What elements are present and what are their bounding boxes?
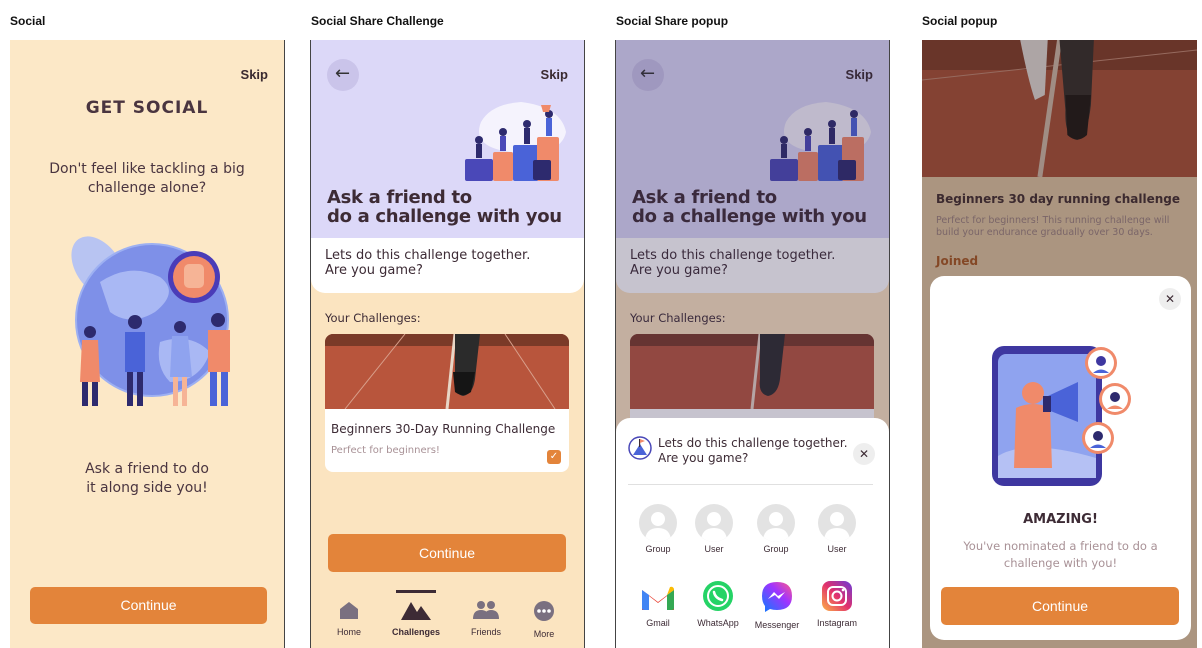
check-icon: ✓ (549, 451, 559, 462)
screen-share-popup: ← Skip Ask a friend to do a challenge wi… (615, 40, 890, 648)
success-modal: ✕ AMAZING! You've nominated a friend to … (930, 276, 1191, 640)
nav-item-friends[interactable]: Friends (456, 600, 516, 637)
modal-title: AMAZING! (1023, 512, 1098, 527)
section-label: Your Challenges: (325, 311, 421, 325)
challenge-checkbox[interactable]: ✓ (547, 450, 561, 464)
page-title: GET SOCIAL (85, 98, 209, 118)
modal-message: You've nominated a friend to do a challe… (963, 539, 1158, 570)
avatar (818, 504, 856, 542)
divider (628, 484, 873, 485)
skip-button[interactable]: Skip (241, 67, 268, 82)
home-icon (340, 602, 358, 619)
close-button[interactable]: ✕ (1159, 288, 1181, 310)
globe-friends-illustration (71, 236, 230, 406)
continue-button[interactable]: Continue (328, 534, 566, 572)
contact-user-1[interactable]: User (684, 504, 744, 554)
more-icon (534, 601, 554, 621)
friends-icon (473, 601, 499, 619)
mountain-icon (401, 602, 431, 620)
gmail-icon (642, 586, 674, 610)
messenger-icon (762, 582, 792, 612)
frame-label-share-popup: Social Share popup (616, 14, 729, 28)
contact-group-2[interactable]: Group (746, 504, 806, 554)
close-button[interactable]: ✕ (853, 443, 875, 465)
screen-share-challenge: ← Skip Ask a friend to do a challenge wi… (310, 40, 585, 648)
hero-banner: ← Skip Ask a friend to do a challenge wi… (311, 40, 584, 238)
screen-get-social: Skip GET SOCIAL Don't feel like tackling… (10, 40, 285, 648)
skip-button[interactable]: Skip (541, 67, 568, 82)
avatar (695, 504, 733, 542)
share-instagram[interactable]: Instagram (807, 580, 867, 628)
challenge-card[interactable]: Beginners 30-Day Running Challenge Perfe… (325, 334, 569, 472)
megaphone-illustration (992, 346, 1131, 486)
nav-item-home[interactable]: Home (319, 600, 379, 637)
flag-icon (628, 436, 652, 460)
nav-active-indicator (396, 590, 436, 593)
close-icon: ✕ (858, 447, 870, 461)
frame-label-share-challenge: Social Share Challenge (311, 14, 444, 28)
message-card: Lets do this challenge together. Are you … (311, 238, 584, 293)
share-sheet: Lets do this challenge together. Are you… (616, 418, 889, 648)
contact-group-1[interactable]: Group (628, 504, 688, 554)
arrow-left-icon: ← (335, 63, 351, 84)
continue-button[interactable]: Continue (30, 587, 267, 624)
share-whatsapp[interactable]: WhatsApp (688, 580, 748, 628)
bottom-nav: Home Challenges Friends More (311, 590, 584, 648)
frame-label-social: Social (10, 14, 46, 28)
back-button[interactable]: ← (327, 59, 359, 91)
question-text: Don't feel like tackling a big challenge… (49, 161, 245, 196)
screen-social-popup: Beginners 30 day running challenge Perfe… (922, 40, 1197, 648)
challenge-title: Beginners 30-Day Running Challenge (331, 422, 556, 436)
hero-title: Ask a friend to do a challenge with you (327, 187, 562, 227)
prompt-text: Ask a friend to do it along side you! (85, 461, 209, 496)
frame-label-social-popup: Social popup (922, 14, 998, 28)
instagram-icon (822, 581, 852, 611)
running-track-image (325, 334, 569, 409)
whatsapp-icon (703, 581, 733, 611)
nav-item-challenges[interactable]: Challenges (386, 600, 446, 637)
challenge-subtitle: Perfect for beginners! (331, 445, 440, 456)
continue-button[interactable]: Continue (941, 587, 1179, 625)
close-icon: ✕ (1164, 292, 1176, 306)
share-message: Lets do this challenge together. Are you… (658, 436, 848, 465)
nav-item-more[interactable]: More (514, 600, 574, 639)
share-messenger[interactable]: Messenger (747, 580, 807, 630)
share-gmail[interactable]: Gmail (628, 582, 688, 628)
podium-illustration (465, 102, 566, 181)
avatar (639, 504, 677, 542)
contact-user-2[interactable]: User (807, 504, 867, 554)
avatar (757, 504, 795, 542)
